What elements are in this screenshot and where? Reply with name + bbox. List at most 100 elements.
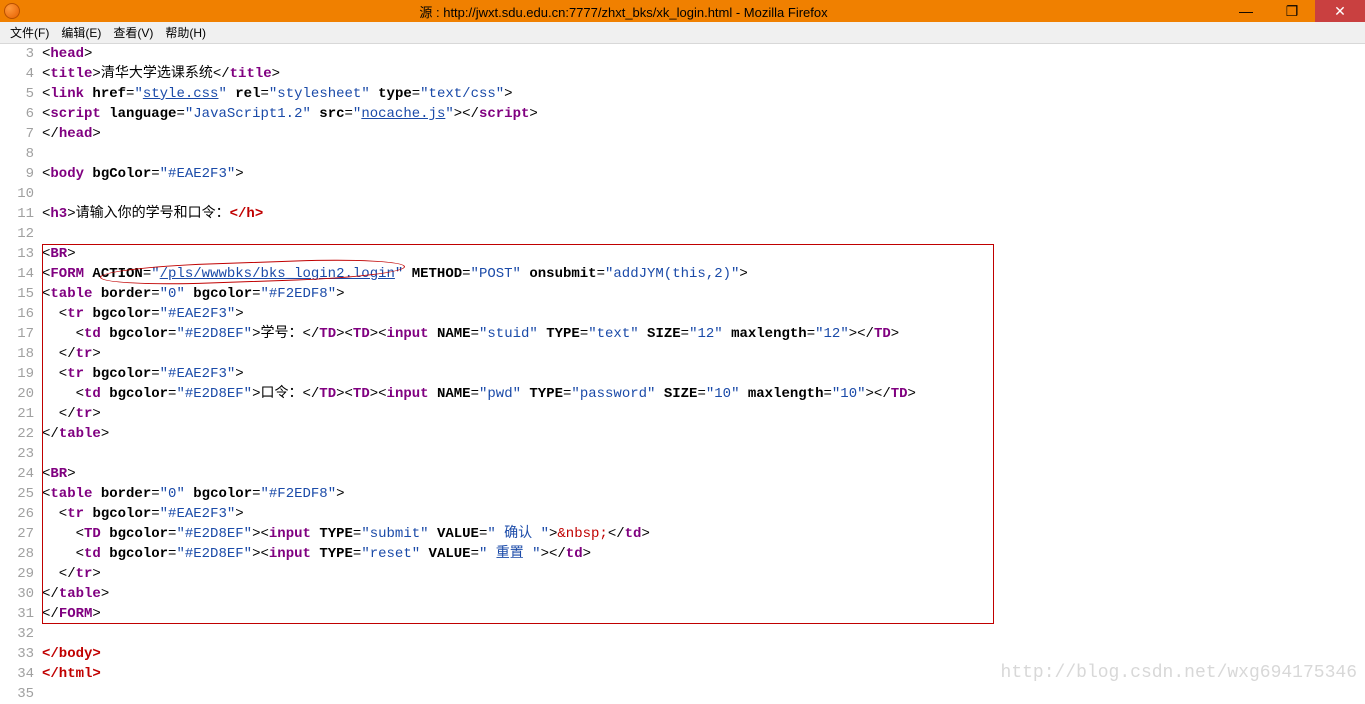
firefox-icon: [4, 3, 20, 19]
line-number: 10: [0, 184, 42, 204]
line-content: </FORM>: [42, 604, 1365, 624]
minimize-button[interactable]: —: [1223, 0, 1269, 22]
close-button[interactable]: ✕: [1315, 0, 1365, 22]
code-line[interactable]: 31</FORM>: [0, 604, 1365, 624]
line-number: 29: [0, 564, 42, 584]
line-number: 14: [0, 264, 42, 284]
code-line[interactable]: 20 <td bgcolor="#E2D8EF">口令：</TD><TD><in…: [0, 384, 1365, 404]
code-line[interactable]: 15<table border="0" bgcolor="#F2EDF8">: [0, 284, 1365, 304]
line-content: </body>: [42, 644, 1365, 664]
line-content: <table border="0" bgcolor="#F2EDF8">: [42, 284, 1365, 304]
line-number: 18: [0, 344, 42, 364]
line-number: 4: [0, 64, 42, 84]
watermark: http://blog.csdn.net/wxg694175346: [1001, 663, 1357, 683]
line-content: <FORM ACTION="/pls/wwwbks/bks_login2.log…: [42, 264, 1365, 284]
code-line[interactable]: 24<BR>: [0, 464, 1365, 484]
line-number: 25: [0, 484, 42, 504]
code-line[interactable]: 25<table border="0" bgcolor="#F2EDF8">: [0, 484, 1365, 504]
line-content: <BR>: [42, 244, 1365, 264]
code-line[interactable]: 21 </tr>: [0, 404, 1365, 424]
code-line[interactable]: 10: [0, 184, 1365, 204]
code-line[interactable]: 22</table>: [0, 424, 1365, 444]
code-line[interactable]: 12: [0, 224, 1365, 244]
code-line[interactable]: 7</head>: [0, 124, 1365, 144]
line-number: 23: [0, 444, 42, 464]
line-content: <tr bgcolor="#EAE2F3">: [42, 504, 1365, 524]
line-content: </table>: [42, 424, 1365, 444]
line-content: <td bgcolor="#E2D8EF">口令：</TD><TD><input…: [42, 384, 1365, 404]
menu-view[interactable]: 查看(V): [107, 24, 159, 41]
menubar: 文件(F) 编辑(E) 查看(V) 帮助(H): [0, 22, 1365, 44]
line-number: 19: [0, 364, 42, 384]
code-line[interactable]: 17 <td bgcolor="#E2D8EF">学号：</TD><TD><in…: [0, 324, 1365, 344]
code-line[interactable]: 3<head>: [0, 44, 1365, 64]
code-line[interactable]: 14<FORM ACTION="/pls/wwwbks/bks_login2.l…: [0, 264, 1365, 284]
line-content: <td bgcolor="#E2D8EF">学号：</TD><TD><input…: [42, 324, 1365, 344]
code-line[interactable]: 23: [0, 444, 1365, 464]
code-line[interactable]: 13<BR>: [0, 244, 1365, 264]
line-number: 35: [0, 684, 42, 704]
code-line[interactable]: 5<link href="style.css" rel="stylesheet"…: [0, 84, 1365, 104]
line-number: 16: [0, 304, 42, 324]
line-content: <h3>请输入你的学号和口令：</h>: [42, 204, 1365, 224]
line-content: [42, 444, 1365, 464]
line-content: <body bgColor="#EAE2F3">: [42, 164, 1365, 184]
menu-edit[interactable]: 编辑(E): [55, 24, 107, 41]
line-content: <TD bgcolor="#E2D8EF"><input TYPE="submi…: [42, 524, 1365, 544]
code-line[interactable]: 30</table>: [0, 584, 1365, 604]
window-title: 源 : http://jwxt.sdu.edu.cn:7777/zhxt_bks…: [24, 2, 1223, 21]
code-line[interactable]: 29 </tr>: [0, 564, 1365, 584]
code-line[interactable]: 6<script language="JavaScript1.2" src="n…: [0, 104, 1365, 124]
line-content: <table border="0" bgcolor="#F2EDF8">: [42, 484, 1365, 504]
maximize-button[interactable]: ❐: [1269, 0, 1315, 22]
line-number: 20: [0, 384, 42, 404]
line-number: 5: [0, 84, 42, 104]
line-content: <BR>: [42, 464, 1365, 484]
code-line[interactable]: 11<h3>请输入你的学号和口令：</h>: [0, 204, 1365, 224]
line-content: <link href="style.css" rel="stylesheet" …: [42, 84, 1365, 104]
code-line[interactable]: 19 <tr bgcolor="#EAE2F3">: [0, 364, 1365, 384]
line-content: </tr>: [42, 564, 1365, 584]
code-line[interactable]: 33</body>: [0, 644, 1365, 664]
code-line[interactable]: 35: [0, 684, 1365, 704]
line-content: </table>: [42, 584, 1365, 604]
code-line[interactable]: 8: [0, 144, 1365, 164]
line-content: <tr bgcolor="#EAE2F3">: [42, 364, 1365, 384]
line-number: 34: [0, 664, 42, 684]
code-line[interactable]: 26 <tr bgcolor="#EAE2F3">: [0, 504, 1365, 524]
line-number: 28: [0, 544, 42, 564]
source-view[interactable]: 3<head>4<title>清华大学选课系统</title>5<link hr…: [0, 44, 1365, 704]
line-number: 15: [0, 284, 42, 304]
window-controls: — ❐ ✕: [1223, 0, 1365, 22]
code-line[interactable]: 4<title>清华大学选课系统</title>: [0, 64, 1365, 84]
line-number: 13: [0, 244, 42, 264]
line-number: 33: [0, 644, 42, 664]
code-line[interactable]: 9<body bgColor="#EAE2F3">: [0, 164, 1365, 184]
menu-help[interactable]: 帮助(H): [159, 24, 212, 41]
line-number: 26: [0, 504, 42, 524]
line-content: <script language="JavaScript1.2" src="no…: [42, 104, 1365, 124]
line-content: <tr bgcolor="#EAE2F3">: [42, 304, 1365, 324]
line-content: <head>: [42, 44, 1365, 64]
line-content: [42, 624, 1365, 644]
code-line[interactable]: 32: [0, 624, 1365, 644]
line-content: [42, 224, 1365, 244]
line-content: [42, 184, 1365, 204]
line-number: 24: [0, 464, 42, 484]
code-line[interactable]: 27 <TD bgcolor="#E2D8EF"><input TYPE="su…: [0, 524, 1365, 544]
line-content: <td bgcolor="#E2D8EF"><input TYPE="reset…: [42, 544, 1365, 564]
code-line[interactable]: 18 </tr>: [0, 344, 1365, 364]
line-number: 8: [0, 144, 42, 164]
line-content: </head>: [42, 124, 1365, 144]
menu-file[interactable]: 文件(F): [4, 24, 55, 41]
line-number: 27: [0, 524, 42, 544]
code-line[interactable]: 28 <td bgcolor="#E2D8EF"><input TYPE="re…: [0, 544, 1365, 564]
line-number: 11: [0, 204, 42, 224]
code-line[interactable]: 16 <tr bgcolor="#EAE2F3">: [0, 304, 1365, 324]
line-content: <title>清华大学选课系统</title>: [42, 64, 1365, 84]
line-number: 9: [0, 164, 42, 184]
line-content: [42, 144, 1365, 164]
line-number: 3: [0, 44, 42, 64]
line-number: 22: [0, 424, 42, 444]
line-number: 31: [0, 604, 42, 624]
